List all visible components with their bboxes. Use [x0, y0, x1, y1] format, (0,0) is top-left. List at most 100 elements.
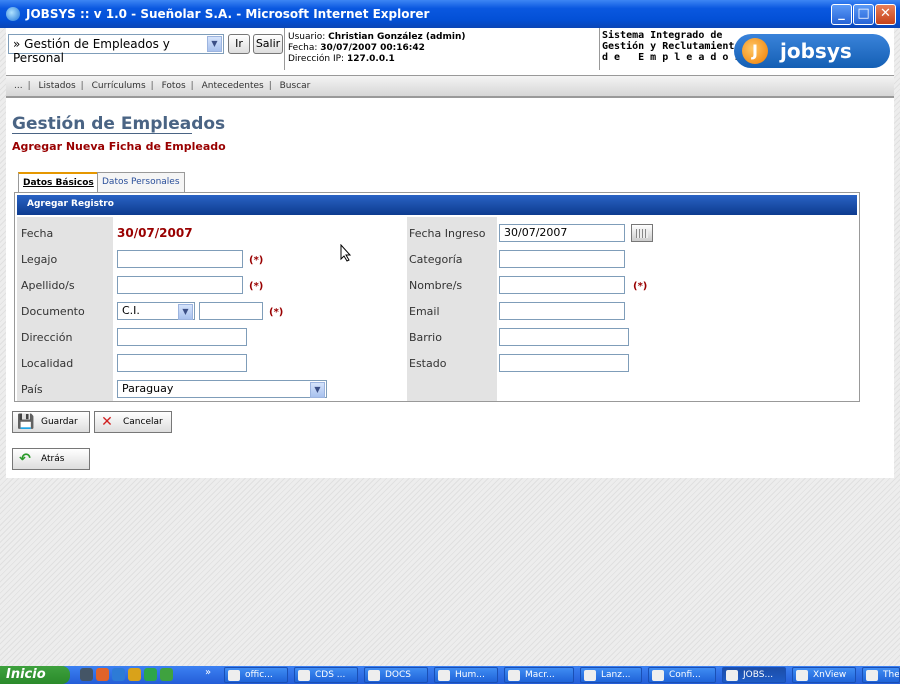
- taskbar-item-label: The: [883, 670, 900, 680]
- mouse-cursor-icon: [340, 244, 352, 262]
- tab-datos-personales[interactable]: Datos Personales: [97, 172, 185, 192]
- apellido-input[interactable]: [117, 276, 243, 294]
- date-label: Fecha:: [288, 43, 318, 53]
- taskbar-item[interactable]: The: [862, 667, 900, 683]
- pais-label: País: [21, 383, 43, 396]
- menu-item-fotos[interactable]: Fotos: [162, 81, 186, 91]
- messenger-icon[interactable]: [144, 668, 157, 681]
- taskbar-item-label: offic...: [245, 670, 273, 680]
- logo-text: jobsys: [780, 39, 852, 63]
- ip-value: 127.0.0.1: [346, 54, 395, 64]
- estado-input[interactable]: [499, 354, 629, 372]
- module-select[interactable]: » Gestión de Empleados y Personal ▼: [8, 34, 224, 65]
- pais-value: Paraguay: [122, 382, 174, 395]
- window-title: JOBSYS :: v 1.0 - Sueñolar S.A. - Micros…: [26, 7, 430, 21]
- system-line: Sistema Integrado de: [602, 30, 723, 41]
- menu-bar: ... | Listados | Currículums | Fotos | Antec…: [6, 76, 894, 98]
- chevron-down-icon: ▼: [310, 382, 325, 398]
- required-mark: (*): [269, 307, 284, 318]
- back-button[interactable]: ↶ Atrás: [12, 448, 90, 470]
- nombre-label: Nombre/s: [409, 279, 463, 292]
- logout-button[interactable]: Salir: [253, 34, 283, 54]
- start-button[interactable]: Inicio: [0, 666, 70, 684]
- menu-item-buscar[interactable]: Buscar: [280, 81, 311, 91]
- fecha-value: 30/07/2007: [117, 226, 193, 240]
- user-info: Usuario: Christian González (admin) Fech…: [288, 32, 465, 65]
- firefox-icon[interactable]: [96, 668, 109, 681]
- user-label: Usuario:: [288, 32, 326, 42]
- header-divider: [599, 28, 600, 70]
- taskbar-item[interactable]: XnView: [792, 667, 856, 683]
- maximize-button[interactable]: □: [853, 4, 874, 25]
- nombre-input[interactable]: [499, 276, 625, 294]
- system-line: d e E m p l e a d o s: [602, 52, 741, 63]
- documento-type-value: C.I.: [122, 304, 140, 317]
- taskbar-item-label: Hum...: [455, 670, 485, 680]
- documento-input[interactable]: [199, 302, 263, 320]
- chevron-down-icon: ▼: [207, 36, 222, 52]
- cancel-button[interactable]: ✕ Cancelar: [94, 411, 172, 433]
- estado-label: Estado: [409, 357, 447, 370]
- logo-icon: J: [742, 38, 768, 64]
- pais-select[interactable]: Paraguay ▼: [117, 380, 327, 398]
- taskbar-item[interactable]: Macr...: [504, 667, 574, 683]
- page-content: » Gestión de Empleados y Personal ▼ Ir S…: [6, 28, 894, 478]
- barrio-input[interactable]: [499, 328, 629, 346]
- back-label: Atrás: [41, 454, 65, 464]
- menu-item-listados[interactable]: Listados: [39, 81, 76, 91]
- minimize-button[interactable]: _: [831, 4, 852, 25]
- email-input[interactable]: [499, 302, 625, 320]
- menu-item-antecedentes[interactable]: Antecedentes: [202, 81, 264, 91]
- page-subtitle: Agregar Nueva Ficha de Empleado: [12, 140, 226, 153]
- taskbar-item-label: JOBS...: [743, 670, 774, 680]
- chevron-down-icon: ▼: [178, 304, 193, 320]
- save-label: Guardar: [41, 417, 78, 427]
- user-value: Christian González (admin): [328, 32, 466, 42]
- fecha-label: Fecha: [21, 227, 54, 240]
- required-mark: (*): [249, 281, 264, 292]
- legajo-label: Legajo: [21, 253, 58, 266]
- fecha-ingreso-input[interactable]: 30/07/2007: [499, 224, 625, 242]
- internet-explorer-icon[interactable]: [112, 668, 125, 681]
- menu-item-more[interactable]: ...: [14, 81, 23, 91]
- go-button[interactable]: Ir: [228, 34, 250, 54]
- localidad-label: Localidad: [21, 357, 74, 370]
- taskbar-item[interactable]: Lanz...: [580, 667, 642, 683]
- app-icon[interactable]: [160, 668, 173, 681]
- close-window-button[interactable]: ✕: [875, 4, 896, 25]
- menu-item-curriculums[interactable]: Currículums: [92, 81, 146, 91]
- taskbar-item[interactable]: CDS ...: [294, 667, 358, 683]
- direccion-input[interactable]: [117, 328, 247, 346]
- system-name: Sistema Integrado de Gestión y Reclutami…: [602, 30, 740, 63]
- legajo-input[interactable]: [117, 250, 243, 268]
- save-button[interactable]: 💾 Guardar: [12, 411, 90, 433]
- media-icon[interactable]: [128, 668, 141, 681]
- required-mark: (*): [249, 255, 264, 266]
- page-title: Gestión de Empleados: [12, 114, 226, 134]
- email-label: Email: [409, 305, 440, 318]
- taskbar-item-label: DOCS: [385, 670, 412, 680]
- chevron-double-icon[interactable]: »: [205, 667, 211, 678]
- back-arrow-icon: ↶: [19, 451, 31, 467]
- taskbar-item-label: Confi...: [669, 670, 701, 680]
- internet-explorer-icon: [6, 7, 20, 21]
- form-header: Agregar Registro: [17, 195, 857, 215]
- show-desktop-icon[interactable]: [80, 668, 93, 681]
- taskbar-item[interactable]: offic...: [224, 667, 288, 683]
- system-line: Gestión y Reclutamiento: [602, 41, 741, 52]
- taskbar-item[interactable]: Confi...: [648, 667, 716, 683]
- taskbar-item-active[interactable]: JOBS...: [722, 667, 786, 683]
- taskbar-item-label: Macr...: [525, 670, 555, 680]
- categoria-input[interactable]: [499, 250, 625, 268]
- tab-datos-basicos[interactable]: Datos Básicos: [18, 172, 99, 192]
- documento-type-select[interactable]: C.I. ▼: [117, 302, 195, 320]
- taskbar-item[interactable]: DOCS: [364, 667, 428, 683]
- taskbar: Inicio » offic... CDS ... DOCS Hum... Ma…: [0, 666, 900, 684]
- localidad-input[interactable]: [117, 354, 247, 372]
- documento-label: Documento: [21, 305, 85, 318]
- cancel-label: Cancelar: [123, 417, 163, 427]
- taskbar-item[interactable]: Hum...: [434, 667, 498, 683]
- floppy-disk-icon: 💾: [17, 414, 35, 430]
- calendar-icon[interactable]: [631, 224, 653, 242]
- barrio-label: Barrio: [409, 331, 442, 344]
